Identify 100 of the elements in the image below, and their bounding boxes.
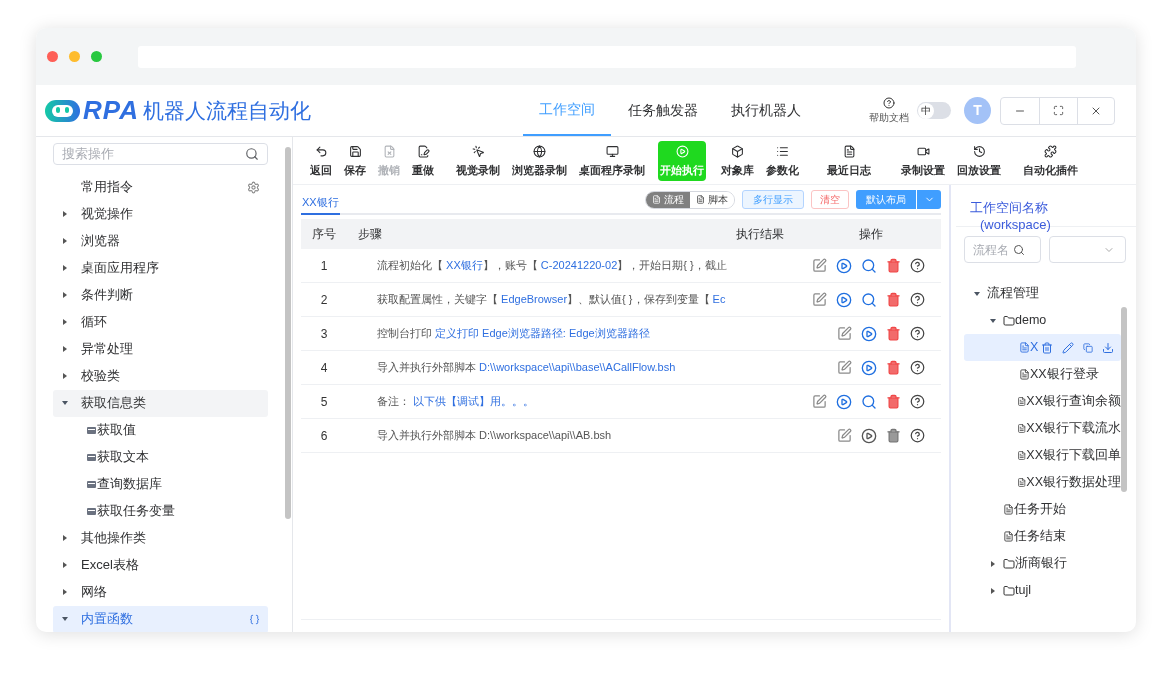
toolbar-button[interactable]: 保存	[343, 140, 367, 181]
help-icon[interactable]	[910, 292, 925, 307]
delete-icon[interactable]	[886, 394, 901, 409]
toggle-option[interactable]: 流程	[646, 191, 690, 208]
edit-icon[interactable]	[837, 326, 852, 341]
tree-item[interactable]: 循环	[53, 308, 268, 336]
tree-item[interactable]: 浏览器	[53, 227, 268, 255]
maximize-icon	[1052, 105, 1064, 116]
puzzle-icon	[1044, 144, 1057, 158]
tree-item[interactable]: 其他操作类	[53, 524, 268, 552]
help-icon[interactable]	[910, 394, 925, 409]
help-icon[interactable]	[910, 258, 925, 273]
tree-item[interactable]: XX银行数据处理	[964, 469, 1121, 496]
app-title: 机器人流程自动化	[142, 97, 311, 124]
tree-item[interactable]: XX银行下载回单	[964, 442, 1121, 469]
tree-item[interactable]: X	[964, 334, 1121, 361]
help-icon[interactable]	[910, 360, 925, 375]
toolbar-button[interactable]: 回放设置	[956, 140, 1002, 181]
tree-item[interactable]: 查询数据库	[53, 470, 286, 498]
edit-icon[interactable]	[1062, 341, 1075, 354]
play-icon[interactable]	[861, 359, 877, 376]
table-cell-text: 1	[319, 257, 329, 275]
search-icon[interactable]	[861, 257, 877, 274]
tree-item[interactable]: XX银行登录	[964, 361, 1121, 388]
pen-document-icon	[416, 144, 430, 158]
keyboard-icon	[87, 480, 96, 488]
file-icon	[1016, 450, 1027, 461]
nav-tab[interactable]: 执行机器人	[714, 85, 817, 136]
tree-item[interactable]: 任务结束	[964, 523, 1121, 550]
file-icon	[1019, 342, 1030, 353]
toolbar-button[interactable]: 录制设置	[900, 140, 946, 181]
help-icon[interactable]	[910, 326, 925, 341]
search-input[interactable]: 流程名	[973, 240, 1013, 259]
play-icon[interactable]	[836, 291, 852, 308]
toolbar-button[interactable]: 浏览器录制	[511, 140, 568, 181]
tree-item[interactable]: 流程管理	[964, 280, 1121, 307]
edit-icon[interactable]	[837, 360, 852, 375]
tree-item[interactable]: 任务开始	[964, 496, 1121, 523]
search-icon	[245, 146, 259, 161]
search-icon	[1013, 243, 1025, 256]
tree-item[interactable]: 条件判断	[53, 281, 268, 309]
tree-item[interactable]: 浙商银行	[964, 550, 1121, 577]
help-icon	[882, 97, 895, 109]
toolbar-button[interactable]: 参数化	[765, 140, 800, 181]
tree-item[interactable]: tujl	[964, 577, 1121, 604]
edit-icon[interactable]	[812, 394, 827, 409]
tree-item[interactable]: XX银行下载流水	[964, 415, 1121, 442]
nav-tab[interactable]: 任务触发器	[611, 85, 714, 136]
file-icon	[1016, 396, 1027, 407]
tab[interactable]: XX银行	[301, 193, 340, 215]
toolbar-button[interactable]: 返回	[309, 140, 333, 181]
play-icon[interactable]	[836, 393, 852, 410]
tree-item[interactable]: 校验类	[53, 362, 268, 390]
toolbar-button[interactable]: 桌面程序录制	[578, 140, 646, 181]
tree-item[interactable]: 获取值	[53, 416, 286, 444]
tree-item[interactable]: 获取任务变量	[53, 497, 286, 525]
delete-icon[interactable]	[886, 326, 901, 341]
avatar: T	[963, 97, 991, 124]
tree-item[interactable]: 内置函数	[53, 605, 268, 632]
tree-item[interactable]: 获取信息类	[53, 389, 268, 417]
delete-icon[interactable]	[886, 258, 901, 273]
folder-icon	[1003, 584, 1015, 597]
help-link[interactable]: 帮助文档	[868, 97, 909, 124]
keyboard-icon	[87, 426, 96, 434]
toolbar-button[interactable]: 自动化插件	[1022, 140, 1079, 181]
logo-text: RPA	[83, 94, 139, 127]
search-input[interactable]: 搜索操作	[62, 144, 245, 164]
search-icon[interactable]	[861, 291, 877, 308]
toolbar-button[interactable]: 最近日志	[826, 140, 872, 181]
tree-item[interactable]: 异常处理	[53, 335, 268, 363]
tree-item[interactable]: 视觉操作	[53, 200, 268, 228]
braces-icon	[249, 613, 260, 625]
play-icon[interactable]	[836, 257, 852, 274]
settings-icon[interactable]	[247, 180, 260, 194]
step-text: 导入并执行外部脚本 D:\\workspace\\api\\base\\ACallFlow.bsh	[377, 360, 677, 376]
toolbar-button[interactable]: 重做	[411, 140, 435, 181]
search-icon[interactable]	[861, 393, 877, 410]
language-switch[interactable]: 中	[916, 102, 951, 119]
delete-icon[interactable]	[886, 360, 901, 375]
download-icon[interactable]	[1102, 341, 1115, 354]
tree-item[interactable]: Excel表格	[53, 551, 268, 579]
tree-item[interactable]: XX银行查询余额	[964, 388, 1121, 415]
search-field[interactable]: 搜索操作	[53, 143, 268, 165]
tree-item[interactable]: 网络	[53, 578, 268, 606]
edit-icon[interactable]	[812, 292, 827, 307]
search-field[interactable]: 流程名	[964, 236, 1041, 263]
toolbar-button[interactable]: 视觉录制	[455, 140, 501, 181]
tree-item[interactable]: 桌面应用程序	[53, 254, 268, 282]
tree-item[interactable]: 常用指令	[53, 173, 268, 201]
play-icon[interactable]	[861, 325, 877, 342]
table-cell-text: 6	[319, 427, 329, 445]
table-cell-text: 3	[319, 325, 329, 343]
delete-icon[interactable]	[886, 292, 901, 307]
edit-icon[interactable]	[812, 258, 827, 273]
toolbar-button[interactable]: 对象库	[720, 140, 755, 181]
copy-icon[interactable]	[1083, 342, 1094, 353]
step-text: 控制台打印 定义打印 Edge浏览器路径: Edge浏览器路径	[377, 326, 651, 342]
tree-item[interactable]: 获取文本	[53, 443, 286, 471]
tree-item[interactable]: demo	[964, 307, 1121, 334]
delete-icon[interactable]	[1041, 341, 1054, 354]
